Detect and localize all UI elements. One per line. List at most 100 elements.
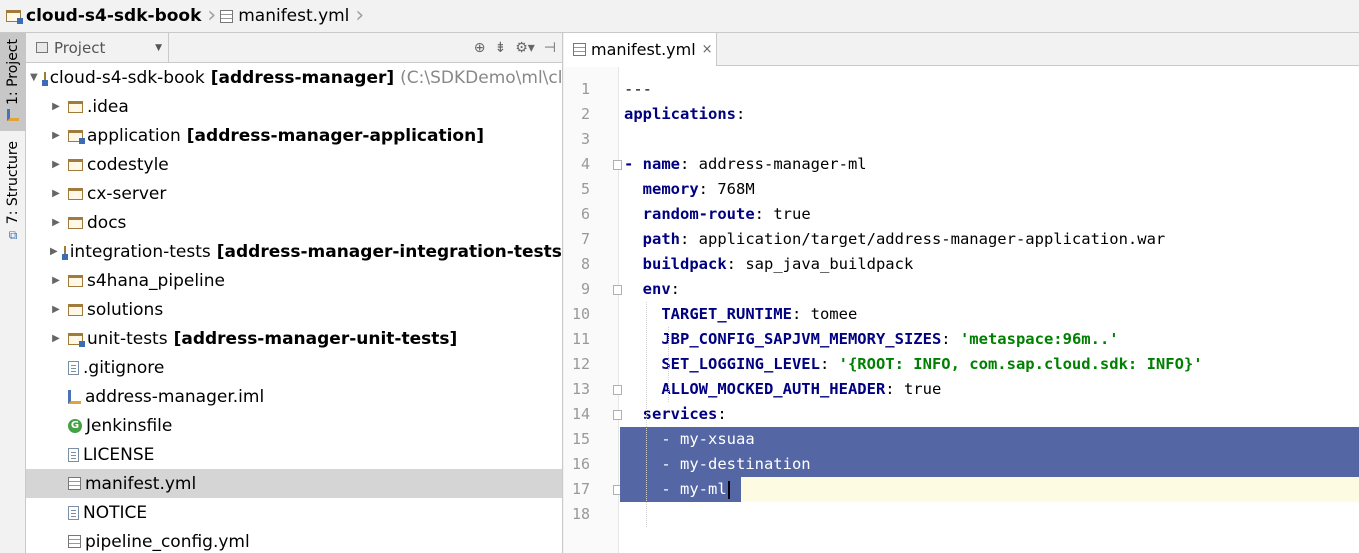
tree-item[interactable]: ▶ docs bbox=[26, 208, 562, 237]
code-area[interactable]: --- applications: - name: address-manager-… bbox=[620, 67, 1359, 553]
project-icon bbox=[7, 108, 19, 121]
tab-manifest-yml[interactable]: manifest.yml × bbox=[564, 33, 717, 66]
yaml-file-icon bbox=[68, 477, 81, 490]
breadcrumb-project-label: cloud-s4-sdk-book bbox=[26, 6, 202, 26]
collapsed-arrow-icon[interactable]: ▶ bbox=[50, 130, 62, 141]
structure-icon: ⧉ bbox=[8, 228, 18, 243]
breadcrumb-project[interactable]: cloud-s4-sdk-book bbox=[6, 0, 205, 33]
tree-item[interactable]: ▶ .idea bbox=[26, 92, 562, 121]
code-line: - my-xsuaa bbox=[620, 427, 1359, 452]
tree-item-name: docs bbox=[87, 212, 127, 233]
code-line: env: bbox=[642, 280, 681, 298]
collapsed-arrow-icon[interactable]: ▶ bbox=[50, 188, 62, 199]
tree-root[interactable]: ▼ cloud-s4-sdk-book [address-manager] (C… bbox=[26, 63, 562, 92]
text-file-icon bbox=[68, 447, 79, 462]
tree-item-name: manifest.yml bbox=[85, 473, 197, 494]
project-panel-header: Project ▼ ⊕ ⇟ ⚙▾ ⊣ bbox=[26, 33, 562, 63]
gear-icon[interactable]: ⚙▾ bbox=[515, 40, 535, 56]
tree-item-name: NOTICE bbox=[83, 502, 148, 523]
line-number: 10 bbox=[571, 305, 590, 323]
tool-tab-structure-label: 7: Structure bbox=[5, 141, 21, 225]
breadcrumb-file[interactable]: manifest.yml bbox=[220, 0, 353, 33]
collapsed-arrow-icon[interactable]: ▶ bbox=[50, 275, 62, 286]
collapsed-arrow-icon[interactable]: ▶ bbox=[50, 333, 62, 344]
tree-item[interactable]: pipeline_config.yml bbox=[26, 527, 562, 553]
project-panel-tools: ⊕ ⇟ ⚙▾ ⊣ bbox=[474, 33, 556, 63]
code-line: --- bbox=[624, 80, 652, 98]
code-line: TARGET_RUNTIME: tomee bbox=[661, 305, 858, 323]
collapsed-arrow-icon[interactable]: ▶ bbox=[50, 304, 62, 315]
line-number: 5 bbox=[580, 180, 590, 198]
code-line: buildpack: sap_java_buildpack bbox=[642, 255, 914, 273]
tree-item[interactable]: ▶ solutions bbox=[26, 295, 562, 324]
folder-icon bbox=[68, 158, 83, 171]
tree-item[interactable]: NOTICE bbox=[26, 498, 562, 527]
locate-icon[interactable]: ⊕ bbox=[474, 40, 486, 56]
tree-item[interactable]: .gitignore bbox=[26, 353, 562, 382]
tool-tab-project[interactable]: 1: Project bbox=[0, 33, 26, 131]
line-number: 16 bbox=[571, 455, 590, 473]
tree-item-module: [address-manager-application] bbox=[186, 125, 484, 146]
tree-item[interactable]: ▶ cx-server bbox=[26, 179, 562, 208]
line-number: 12 bbox=[571, 355, 590, 373]
collapsed-arrow-icon[interactable]: ▶ bbox=[50, 217, 62, 228]
project-panel: Project ▼ ⊕ ⇟ ⚙▾ ⊣ ▼ cloud-s4-sdk-book [… bbox=[26, 33, 563, 553]
line-number: 7 bbox=[580, 230, 590, 248]
project-view-selector[interactable]: Project ▼ bbox=[26, 33, 169, 63]
text-file-icon bbox=[68, 505, 79, 520]
tree-item[interactable]: ▶ integration-tests [address-manager-integ… bbox=[26, 237, 562, 266]
tree-item[interactable]: G Jenkinsfile bbox=[26, 411, 562, 440]
expanded-arrow-icon[interactable]: ▼ bbox=[30, 72, 38, 83]
tree-item-name: .idea bbox=[87, 96, 129, 117]
tree-item[interactable]: ▶ application [address-manager-application… bbox=[26, 121, 562, 150]
tree-root-name: cloud-s4-sdk-book bbox=[49, 67, 205, 88]
yaml-file-icon bbox=[573, 43, 586, 56]
line-number: 11 bbox=[571, 330, 590, 348]
tree-item[interactable]: manifest.yml bbox=[26, 469, 562, 498]
code-line: applications: bbox=[624, 105, 746, 123]
collapsed-arrow-icon[interactable]: ▶ bbox=[50, 159, 62, 170]
editor-tabs: manifest.yml × bbox=[564, 33, 1359, 66]
line-number: 15 bbox=[571, 430, 590, 448]
tool-tab-project-label: 1: Project bbox=[5, 39, 21, 105]
code-line: - name: address-manager-ml bbox=[624, 155, 867, 173]
tree-item-module: [address-manager-integration-tests] bbox=[216, 241, 563, 262]
tree-root-path: (C:\SDKDemo\ml\clou bbox=[400, 67, 563, 88]
tree-item-name: LICENSE bbox=[83, 444, 155, 465]
tree-item[interactable]: ▶ codestyle bbox=[26, 150, 562, 179]
tree-item[interactable]: ▶ s4hana_pipeline bbox=[26, 266, 562, 295]
code-line: - my-destination bbox=[620, 452, 1359, 477]
close-icon[interactable]: × bbox=[702, 42, 713, 57]
tree-items: ▶ .idea ▶ application [address-manager-appli… bbox=[26, 92, 562, 553]
hide-panel-icon[interactable]: ⊣ bbox=[544, 40, 556, 56]
text-caret bbox=[727, 480, 730, 499]
line-number: 18 bbox=[571, 505, 590, 523]
project-tree: ▼ cloud-s4-sdk-book [address-manager] (C… bbox=[26, 63, 562, 553]
collapsed-arrow-icon[interactable]: ▶ bbox=[50, 101, 62, 112]
code-line: random-route: true bbox=[642, 205, 811, 223]
folder-icon bbox=[68, 216, 83, 229]
line-number: 13 bbox=[571, 380, 590, 398]
code-line: services: bbox=[642, 405, 727, 423]
line-number: 1 bbox=[580, 80, 590, 98]
tree-item[interactable]: address-manager.iml bbox=[26, 382, 562, 411]
tree-item-name: cx-server bbox=[87, 183, 167, 204]
iml-file-icon bbox=[68, 389, 81, 404]
tool-tab-structure[interactable]: 7: Structure ⧉ bbox=[0, 141, 26, 251]
tree-item-name: codestyle bbox=[87, 154, 169, 175]
module-folder-icon bbox=[61, 245, 68, 260]
code-line: SET_LOGGING_LEVEL: '{ROOT: INFO, com.sap… bbox=[661, 355, 1203, 373]
code-line: ALLOW_MOCKED_AUTH_HEADER: true bbox=[661, 380, 942, 398]
line-number-gutter[interactable]: 1 2 3 4 5 6 7 8 9 10 11 12 13 14 15 16 17 18 bbox=[564, 67, 622, 553]
line-number: 8 bbox=[580, 255, 590, 273]
yaml-file-icon bbox=[220, 9, 234, 23]
folder-icon bbox=[68, 100, 83, 113]
collapsed-arrow-icon[interactable]: ▶ bbox=[50, 246, 58, 257]
groovy-file-icon: G bbox=[68, 418, 82, 433]
line-number: 4 bbox=[580, 155, 590, 173]
collapse-all-icon[interactable]: ⇟ bbox=[494, 40, 506, 56]
tree-item[interactable]: LICENSE bbox=[26, 440, 562, 469]
tree-item[interactable]: ▶ unit-tests [address-manager-unit-tests] bbox=[26, 324, 562, 353]
breadcrumb: cloud-s4-sdk-book › manifest.yml › bbox=[0, 0, 1359, 33]
